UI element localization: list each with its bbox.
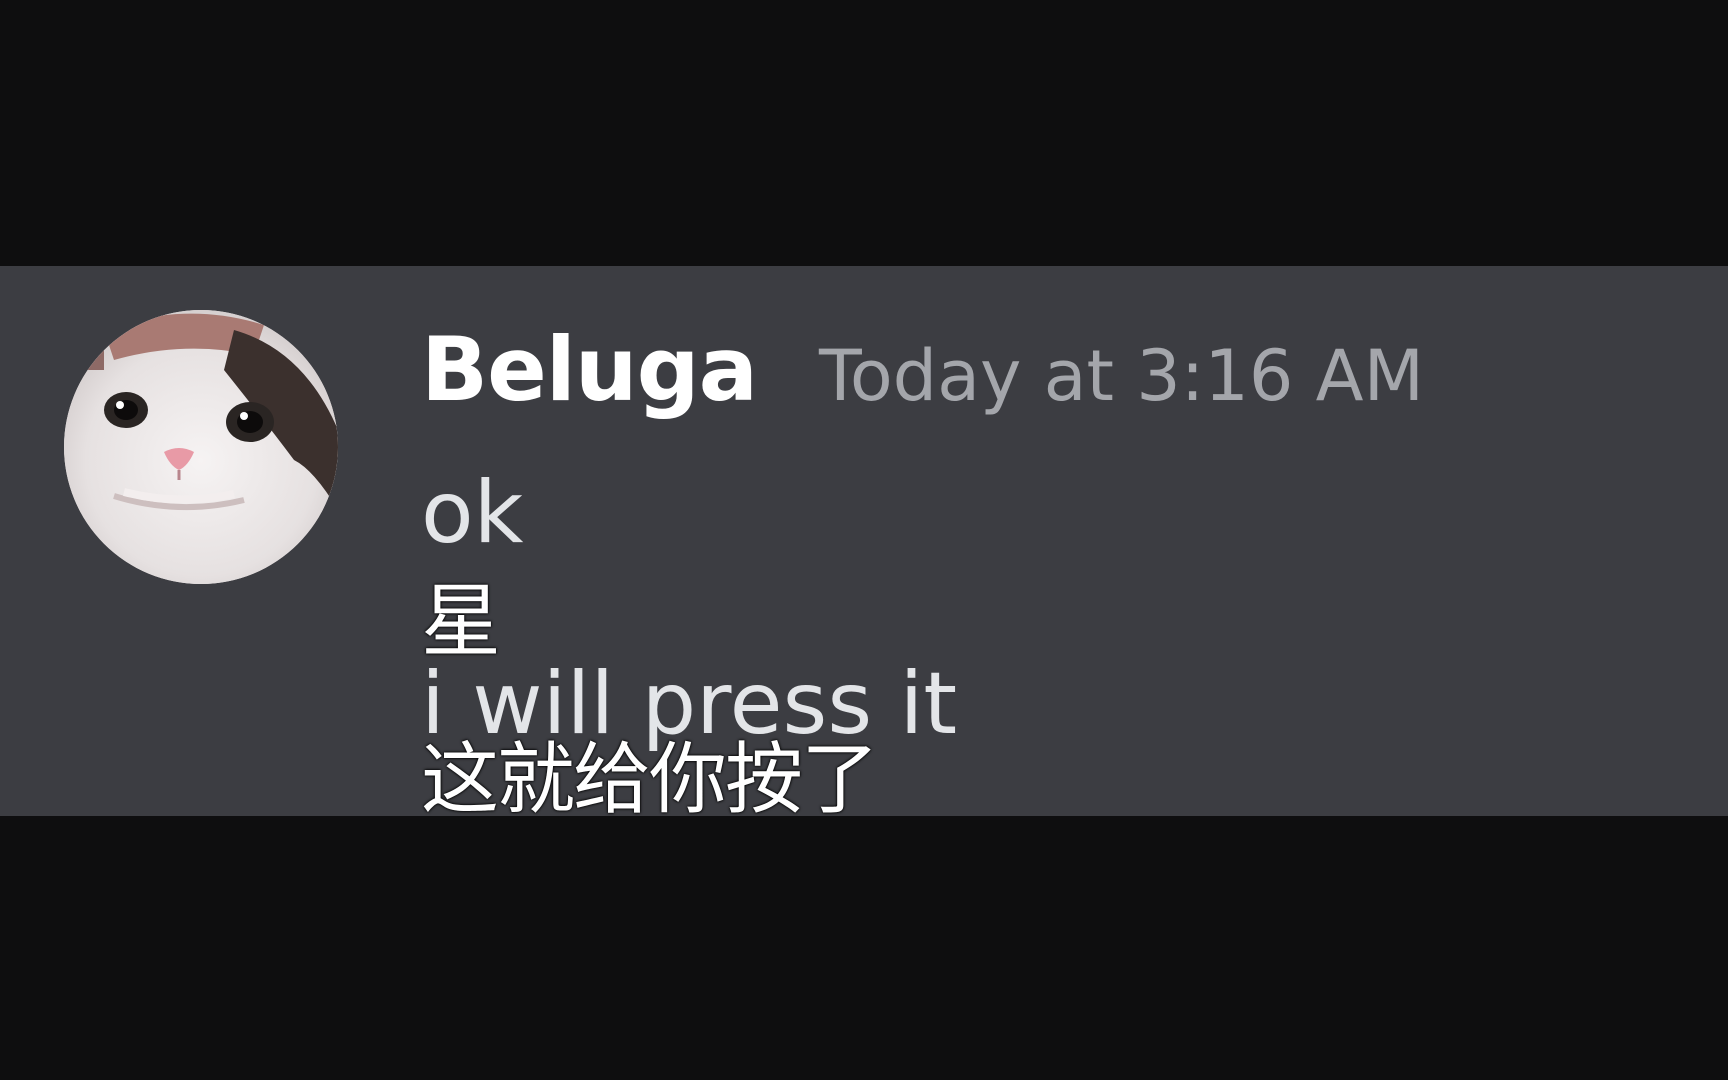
video-frame: Beluga Today at 3:16 AM ok 星 i will pres…: [0, 0, 1728, 1080]
message-header: Beluga Today at 3:16 AM: [421, 318, 1424, 421]
chat-message: Beluga Today at 3:16 AM ok 星 i will pres…: [0, 266, 1728, 816]
user-avatar[interactable]: [64, 310, 338, 584]
subtitle-line: 星: [421, 575, 501, 668]
message-line: ok: [421, 463, 524, 563]
subtitle-line: 这就给你按了: [421, 735, 879, 816]
cat-avatar-icon: [64, 310, 338, 584]
username[interactable]: Beluga: [421, 318, 758, 421]
message-timestamp[interactable]: Today at 3:16 AM: [819, 335, 1424, 417]
